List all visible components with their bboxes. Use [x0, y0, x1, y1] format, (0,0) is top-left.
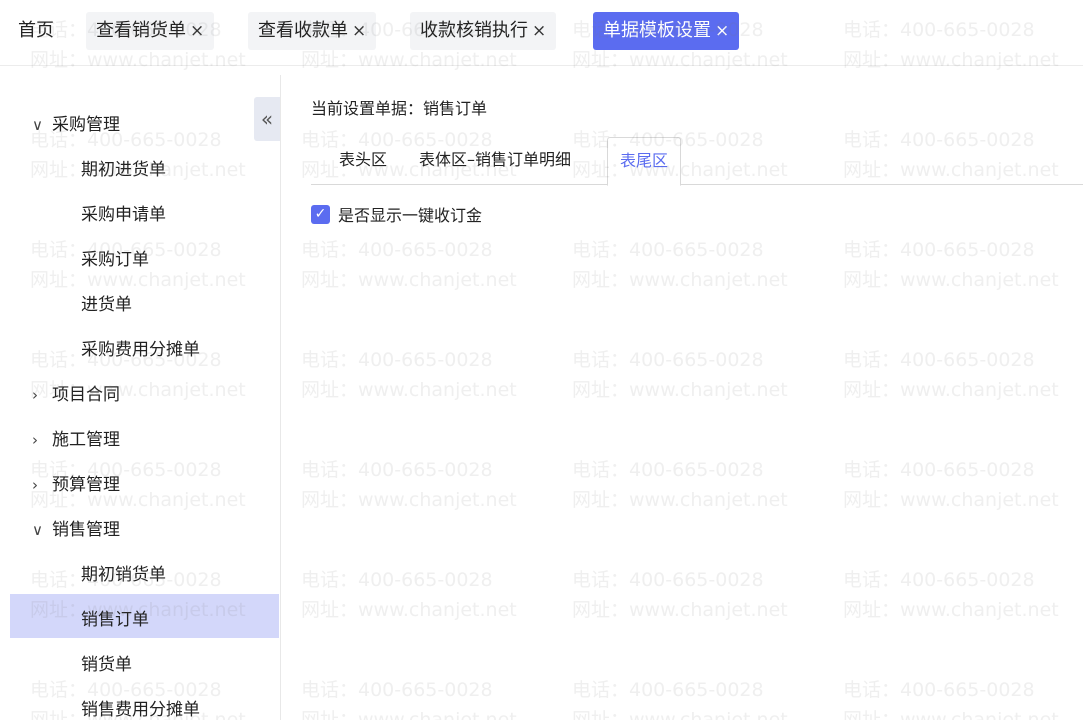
sidebar-item-purchase-receipt[interactable]: 进货单	[81, 290, 132, 315]
tab-view-receipt[interactable]: 查看收款单 ×	[248, 12, 377, 50]
tab-label: 单据模板设置	[603, 20, 711, 41]
sidebar-item-sales-delivery[interactable]: 销货单	[81, 650, 132, 675]
tab-label: 查看销货单	[96, 20, 186, 41]
sidebar-group-budget[interactable]: › 预算管理	[32, 470, 120, 495]
sidebar-item-purchase-order[interactable]: 采购订单	[81, 245, 149, 270]
chevron-right-icon: ›	[32, 431, 38, 449]
sidebar-group-project-contract[interactable]: › 项目合同	[32, 380, 120, 405]
sidebar-item-purchase-request[interactable]: 采购申请单	[81, 200, 166, 225]
sidebar-group-label: 项目合同	[52, 385, 120, 405]
tab-label: 收款核销执行	[420, 20, 528, 41]
main-panel: 当前设置单据：销售订单 表头区 表体区–销售订单明细 表尾区 ✓ 是否显示一键收…	[281, 75, 1083, 720]
tab-view-sales-delivery[interactable]: 查看销货单 ×	[86, 12, 215, 50]
collapse-sidebar-icon[interactable]: «	[254, 97, 280, 141]
subtab-bar: 表头区 表体区–销售订单明细 表尾区	[311, 137, 1083, 186]
chevron-down-icon: ∨	[32, 521, 43, 539]
sidebar-group-label: 预算管理	[52, 475, 120, 495]
chevron-right-icon: ›	[32, 476, 38, 494]
tab-receipt-writeoff[interactable]: 收款核销执行 ×	[410, 12, 557, 50]
sidebar-group-label: 销售管理	[52, 520, 120, 540]
chevron-right-icon: ›	[32, 386, 38, 404]
close-icon[interactable]: ×	[352, 21, 366, 41]
tab-label: 查看收款单	[258, 20, 348, 41]
sidebar-item-sales-order[interactable]: 销售订单	[81, 605, 149, 630]
sidebar-group-label: 施工管理	[52, 430, 120, 450]
sidebar-group-purchase[interactable]: ∨ 采购管理	[32, 110, 120, 135]
sidebar-item-opening-purchase[interactable]: 期初进货单	[81, 155, 166, 180]
sidebar-group-construction[interactable]: › 施工管理	[32, 425, 120, 450]
subtab-body[interactable]: 表体区–销售订单明细	[419, 137, 571, 185]
chevron-down-icon: ∨	[32, 116, 43, 134]
close-icon[interactable]: ×	[190, 21, 204, 41]
checkbox-label: 是否显示一键收订金	[338, 206, 483, 225]
close-icon[interactable]: ×	[715, 21, 729, 41]
sidebar-item-opening-sales[interactable]: 期初销货单	[81, 560, 166, 585]
sidebar-item-purchase-cost-allocation[interactable]: 采购费用分摊单	[81, 335, 200, 360]
tab-template-settings[interactable]: 单据模板设置 ×	[593, 12, 740, 50]
subtab-header[interactable]: 表头区	[339, 137, 387, 185]
checkbox-checked-icon[interactable]: ✓	[311, 204, 330, 224]
current-document-label: 当前设置单据：销售订单	[311, 99, 488, 118]
tab-label: 首页	[18, 20, 54, 41]
tab-bar: 首页 查看销货单 × 查看收款单 × 收款核销执行 × 单据模板设置 ×	[0, 0, 1083, 66]
tab-home[interactable]: 首页	[10, 12, 62, 50]
show-deposit-option[interactable]: ✓ 是否显示一键收订金	[311, 202, 482, 226]
subtab-footer[interactable]: 表尾区	[607, 137, 682, 186]
sidebar-group-sales[interactable]: ∨ 销售管理	[32, 515, 120, 540]
sidebar-group-label: 采购管理	[52, 115, 120, 135]
close-icon[interactable]: ×	[532, 21, 546, 41]
sidebar-item-sales-cost-allocation[interactable]: 销售费用分摊单	[81, 695, 200, 720]
